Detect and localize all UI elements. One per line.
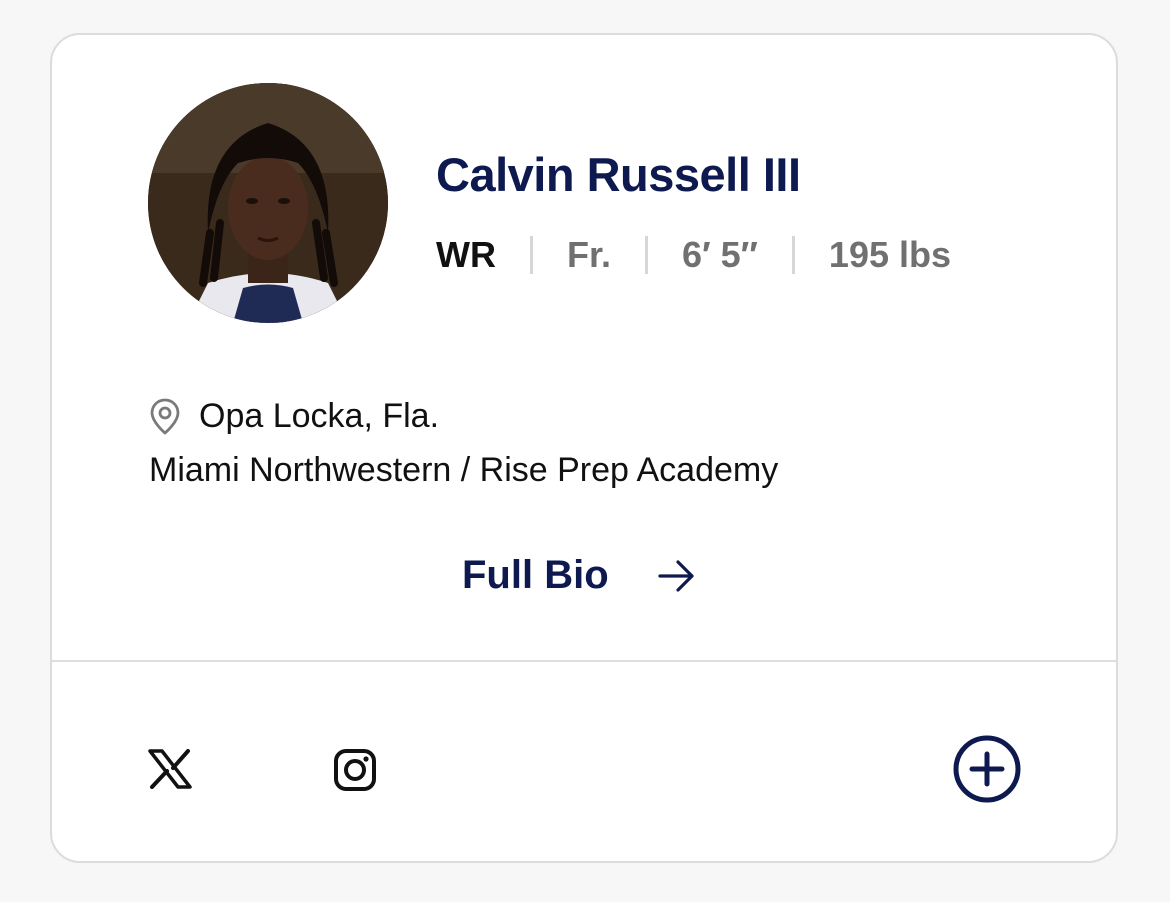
player-avatar [148, 83, 388, 323]
stat-separator [791, 236, 795, 274]
card-divider [52, 660, 1116, 662]
player-name: Calvin Russell III [436, 148, 801, 201]
player-class-year: Fr. [566, 234, 611, 275]
instagram-icon[interactable] [333, 748, 377, 792]
player-weight: 195 lbs [828, 234, 952, 275]
player-stats: WR Fr. 6′ 5″ 195 lbs [436, 231, 951, 279]
x-logo-icon[interactable] [148, 749, 192, 789]
stat-separator [529, 236, 533, 274]
map-pin-icon [150, 398, 180, 434]
arrow-right-icon [658, 559, 694, 592]
plus-circle-icon[interactable] [952, 734, 1022, 804]
player-position: WR [436, 234, 496, 275]
player-card: Calvin Russell III WR Fr. 6′ 5″ 195 lbs … [50, 33, 1118, 863]
full-bio-label: Full Bio [462, 553, 609, 597]
player-height: 6′ 5″ [682, 234, 758, 275]
player-hometown: Opa Locka, Fla. [199, 397, 440, 435]
player-location: Opa Locka, Fla. [149, 397, 439, 436]
player-photo [148, 83, 388, 323]
full-bio-link[interactable]: Full Bio [462, 553, 697, 598]
stat-separator [645, 236, 648, 274]
player-schools: Miami Northwestern / Rise Prep Academy [149, 451, 779, 489]
